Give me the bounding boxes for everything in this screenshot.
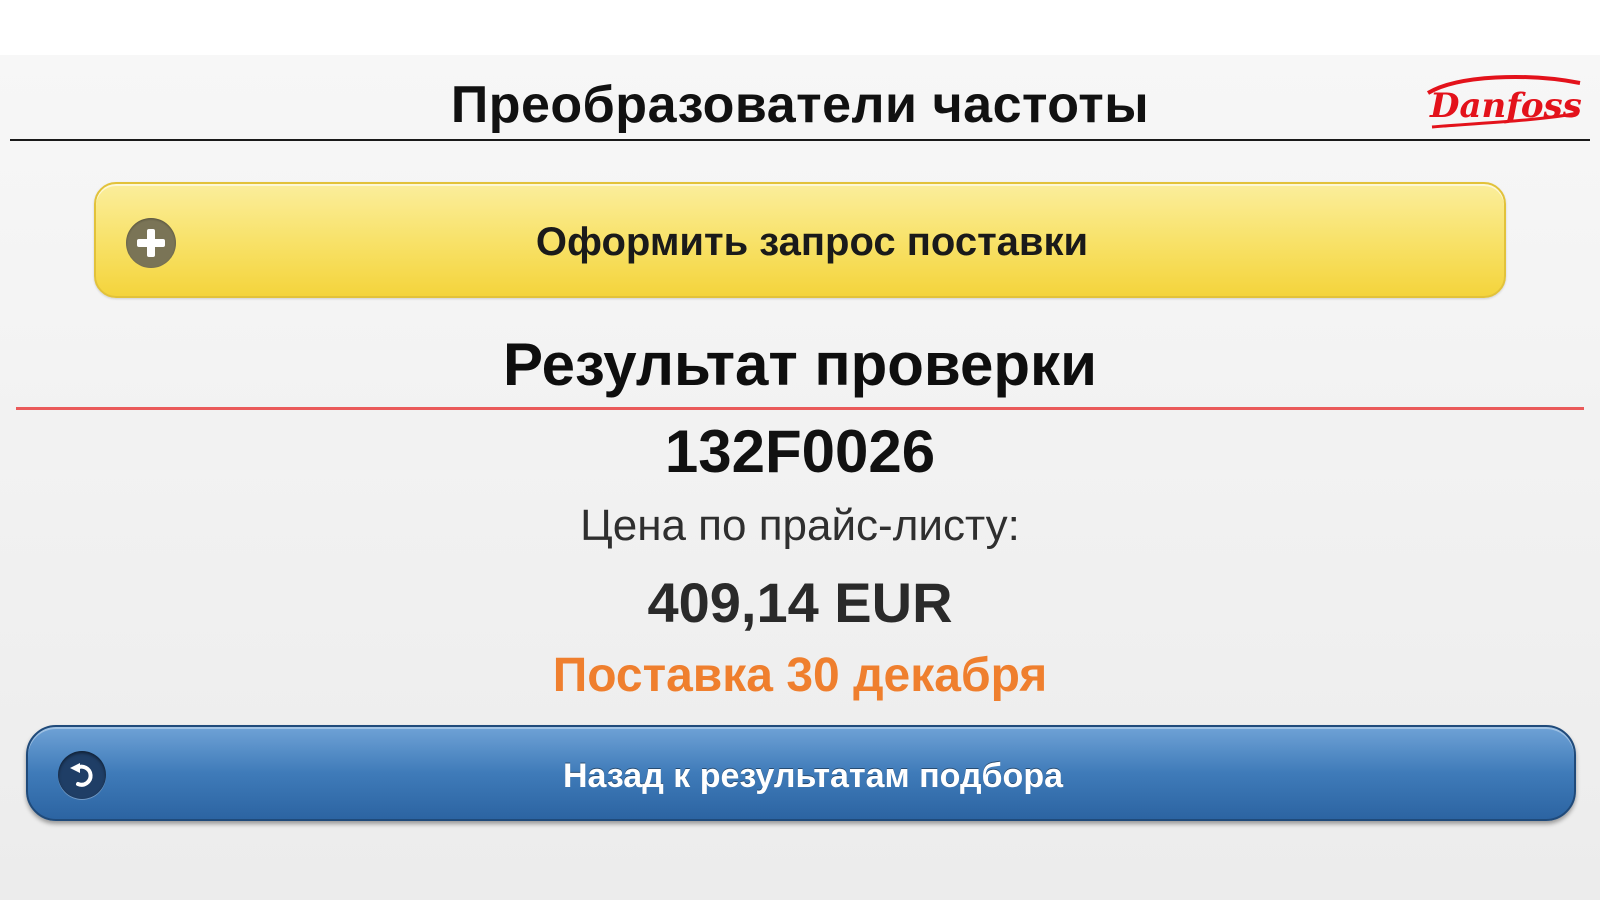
result-divider [16, 407, 1584, 410]
price-value: 409,14 EUR [647, 571, 953, 634]
header: Преобразователи частоты Danfoss [0, 55, 1600, 141]
part-number: 132F0026 [664, 418, 936, 485]
price-label: Цена по прайс-листу: [580, 501, 1020, 550]
page-title: Преобразователи частоты [450, 76, 1150, 134]
back-to-results-button[interactable]: Назад к результатам подбора [26, 725, 1576, 821]
app-screen: Преобразователи частоты Danfoss Оформить… [0, 55, 1600, 900]
header-divider [10, 139, 1590, 141]
request-delivery-button[interactable]: Оформить запрос поставки [94, 182, 1506, 298]
danfoss-logo: Danfoss [1426, 75, 1582, 129]
svg-text:Danfoss: Danfoss [1429, 86, 1582, 126]
delivery-date: Поставка 30 декабря [552, 649, 1048, 702]
result-title: Результат проверки [503, 331, 1097, 398]
back-to-results-label: Назад к результатам подбора [562, 757, 1064, 795]
request-delivery-label: Оформить запрос поставки [535, 220, 1089, 264]
